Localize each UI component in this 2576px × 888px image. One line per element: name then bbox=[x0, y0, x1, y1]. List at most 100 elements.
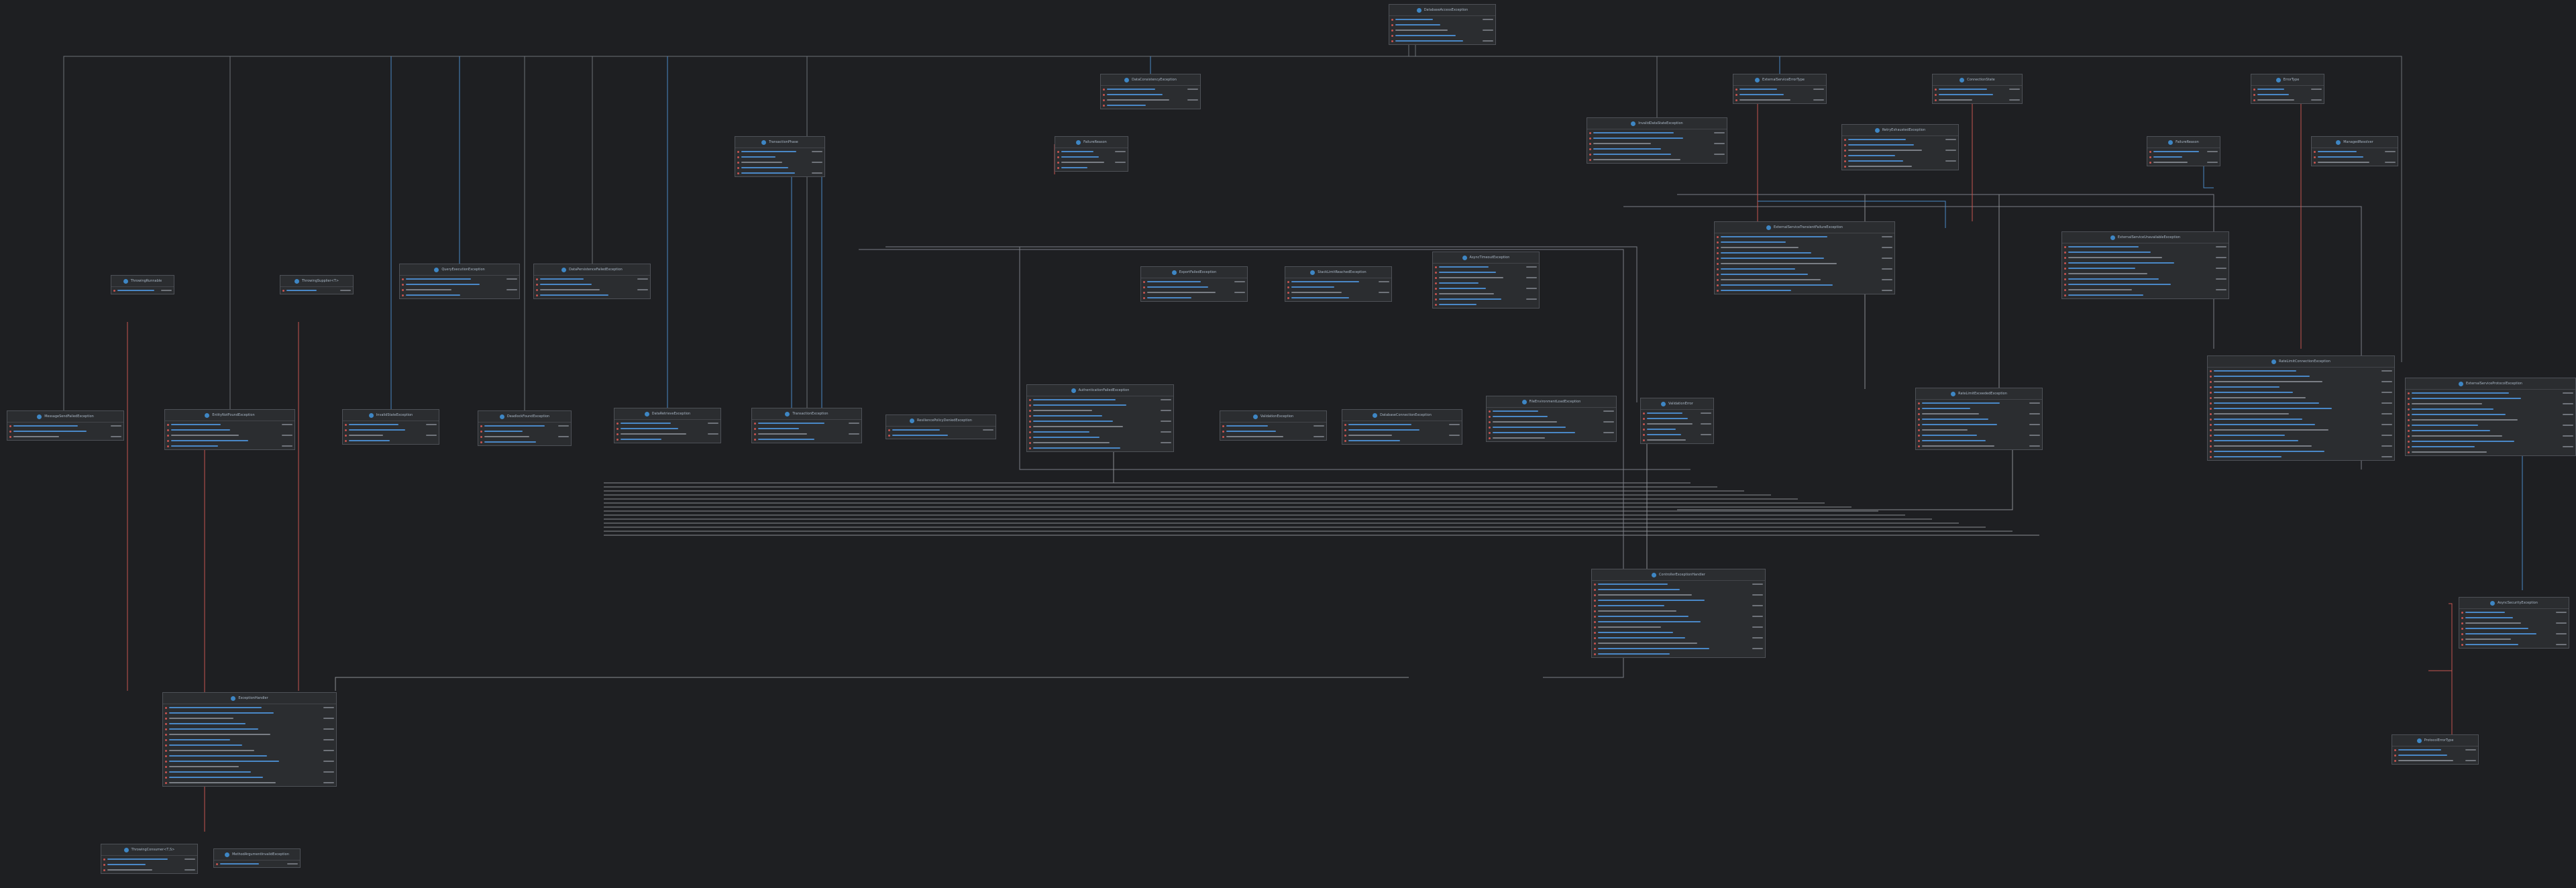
class-node-methodargumentinvalidexception[interactable]: MethodArgumentInvalidException bbox=[213, 848, 301, 868]
class-node-failurereason[interactable]: FailureReason bbox=[2147, 136, 2220, 166]
member-row bbox=[2406, 433, 2575, 439]
member-icon bbox=[754, 427, 756, 430]
member-row bbox=[2208, 406, 2394, 411]
class-node-databaseconnectionexception[interactable]: DatabaseConnectionException bbox=[1342, 409, 1462, 445]
class-node-protocolerrortype[interactable]: ProtocolErrorType bbox=[2392, 734, 2479, 765]
class-node-throwingrunnable[interactable]: ThrowingRunnable bbox=[111, 275, 174, 294]
member-text-placeholder bbox=[349, 424, 398, 425]
member-text-placeholder bbox=[1739, 89, 1777, 90]
member-icon bbox=[1589, 153, 1591, 156]
class-node-authenticationfailedexception[interactable]: AuthenticationFailedException bbox=[1026, 384, 1174, 452]
member-icon bbox=[1589, 131, 1591, 134]
class-node-exportfailedexception[interactable]: ExportFailedException bbox=[1140, 266, 1248, 302]
class-node-queryexecutionexception[interactable]: QueryExecutionException bbox=[399, 264, 520, 299]
class-node-dataretrieveexception[interactable]: DataRetrieveException bbox=[614, 408, 721, 443]
member-text-placeholder bbox=[1647, 418, 1688, 419]
class-node-retryexhaustedexception[interactable]: RetryExhaustedException bbox=[1841, 124, 1959, 170]
class-icon bbox=[1951, 391, 1956, 396]
class-node-entitynotfoundexception[interactable]: EntityNotFoundException bbox=[164, 409, 295, 450]
node-title: FileEnvironmentLoadException bbox=[1529, 400, 1581, 404]
member-text-placeholder bbox=[1439, 298, 1501, 300]
member-text-placeholder bbox=[1922, 419, 1988, 420]
member-icon bbox=[1029, 441, 1031, 444]
member-icon bbox=[1103, 104, 1105, 107]
class-node-externalserviceerrortype[interactable]: ExternalServiceErrorType bbox=[1733, 74, 1827, 104]
class-node-externalserviceunavailableexception[interactable]: ExternalServiceUnavailableException bbox=[2061, 231, 2229, 299]
member-type-placeholder bbox=[282, 435, 292, 436]
member-row bbox=[1641, 437, 1713, 443]
member-text-placeholder bbox=[406, 278, 471, 280]
member-row bbox=[1101, 87, 1200, 92]
member-icon bbox=[737, 166, 739, 169]
member-type-placeholder bbox=[2563, 435, 2573, 437]
member-row bbox=[1342, 438, 1462, 443]
class-node-externalservicetransientfailureexception[interactable]: ExternalServiceTransientFailureException bbox=[1714, 221, 1895, 294]
class-node-throwingsupplier-t[interactable]: ThrowingSupplier<T> bbox=[280, 275, 354, 294]
class-node-errortype[interactable]: ErrorType bbox=[2251, 74, 2324, 104]
class-node-exceptionhandler[interactable]: ExceptionHandler bbox=[162, 692, 337, 787]
member-row bbox=[1487, 414, 1616, 419]
class-node-ratelimitconnectionexception[interactable]: RateLimitConnectionException bbox=[2207, 355, 2395, 461]
member-type-placeholder bbox=[2556, 633, 2567, 634]
class-node-invalidstateexception[interactable]: InvalidStateException bbox=[342, 409, 439, 445]
member-icon bbox=[1057, 150, 1059, 153]
class-node-throwingconsumer-t-s[interactable]: ThrowingConsumer<T,S> bbox=[101, 844, 198, 874]
member-row bbox=[400, 287, 519, 292]
member-text-placeholder bbox=[171, 440, 248, 441]
member-type-placeholder bbox=[983, 429, 994, 431]
class-node-controllerexceptionhandler[interactable]: ControllerExceptionHandler bbox=[1591, 569, 1766, 658]
member-text-placeholder bbox=[1291, 281, 1359, 282]
member-icon bbox=[2210, 429, 2212, 431]
member-type-placeholder bbox=[2381, 424, 2392, 425]
class-node-dataconsistencyexception[interactable]: DataConsistencyException bbox=[1100, 74, 1201, 109]
member-type-placeholder bbox=[1115, 151, 1126, 152]
member-icon bbox=[888, 429, 890, 431]
class-node-resiliencepolicydeniedexception[interactable]: ResiliencePolicyDeniedException bbox=[885, 414, 996, 439]
member-row bbox=[1733, 97, 1826, 103]
class-node-transactionexception[interactable]: TransactionException bbox=[751, 408, 862, 443]
class-node-datapersistencefailedexception[interactable]: DataPersistenceFailedException bbox=[533, 264, 651, 299]
member-type-placeholder bbox=[1714, 143, 1725, 144]
member-type-placeholder bbox=[637, 289, 648, 290]
member-text-placeholder bbox=[1721, 252, 1811, 254]
class-node-databaseaccessexception[interactable]: DatabaseAccessException bbox=[1389, 4, 1496, 45]
class-node-transactionphase[interactable]: TransactionPhase bbox=[735, 136, 825, 177]
member-type-placeholder bbox=[1449, 435, 1460, 436]
class-node-messagesendfailedexception[interactable]: MessageSendFailedException bbox=[7, 410, 124, 441]
member-icon bbox=[2064, 262, 2066, 264]
member-text-placeholder bbox=[1395, 35, 1456, 36]
class-node-externalserviceprotocolexception[interactable]: ExternalServiceProtocolException bbox=[2405, 378, 2576, 456]
node-title: RateLimitExceededException bbox=[1958, 392, 2007, 396]
member-text-placeholder bbox=[1647, 439, 1686, 441]
class-node-managedresolver[interactable]: ManagedResolver bbox=[2311, 136, 2398, 166]
member-text-placeholder bbox=[1721, 268, 1795, 270]
member-type-placeholder bbox=[2029, 445, 2040, 447]
member-text-placeholder bbox=[1939, 89, 1987, 90]
class-node-asyncsecurityexception[interactable]: AsyncSecurityException bbox=[2459, 597, 2569, 649]
member-row bbox=[1101, 103, 1200, 108]
class-node-failurereason[interactable]: FailureReason bbox=[1055, 136, 1128, 172]
member-icon bbox=[616, 427, 619, 430]
member-row bbox=[2312, 149, 2398, 154]
member-row bbox=[1433, 291, 1539, 296]
class-node-validationerror[interactable]: ValidationError bbox=[1640, 398, 1714, 444]
member-type-placeholder bbox=[1752, 616, 1763, 617]
class-node-fileenvironmentloadexception[interactable]: FileEnvironmentLoadException bbox=[1486, 396, 1617, 442]
member-icon bbox=[480, 435, 482, 438]
class-node-validationexception[interactable]: ValidationException bbox=[1220, 410, 1327, 441]
member-type-placeholder bbox=[2029, 402, 2040, 404]
member-row bbox=[2459, 610, 2569, 615]
member-type-placeholder bbox=[1187, 89, 1198, 90]
member-text-placeholder bbox=[1439, 288, 1486, 289]
node-title: ProtocolErrorType bbox=[2424, 738, 2454, 742]
class-node-asynctimeoutexception[interactable]: AsyncTimeoutException bbox=[1432, 252, 1540, 309]
class-node-invaliddatastateexception[interactable]: InvalidDataStateException bbox=[1587, 117, 1727, 164]
member-text-placeholder bbox=[540, 294, 608, 296]
class-node-ratelimitexceededexception[interactable]: RateLimitExceededException bbox=[1915, 388, 2043, 450]
class-node-connectionstate[interactable]: ConnectionState bbox=[1932, 74, 2023, 104]
member-icon bbox=[1643, 428, 1645, 431]
member-row bbox=[1916, 443, 2042, 449]
class-node-deadlockfoundexception[interactable]: DeadlockFoundException bbox=[478, 410, 572, 446]
class-node-stacklimitreachedexception[interactable]: StackLimitReachedException bbox=[1285, 266, 1392, 302]
member-row bbox=[2062, 255, 2229, 260]
